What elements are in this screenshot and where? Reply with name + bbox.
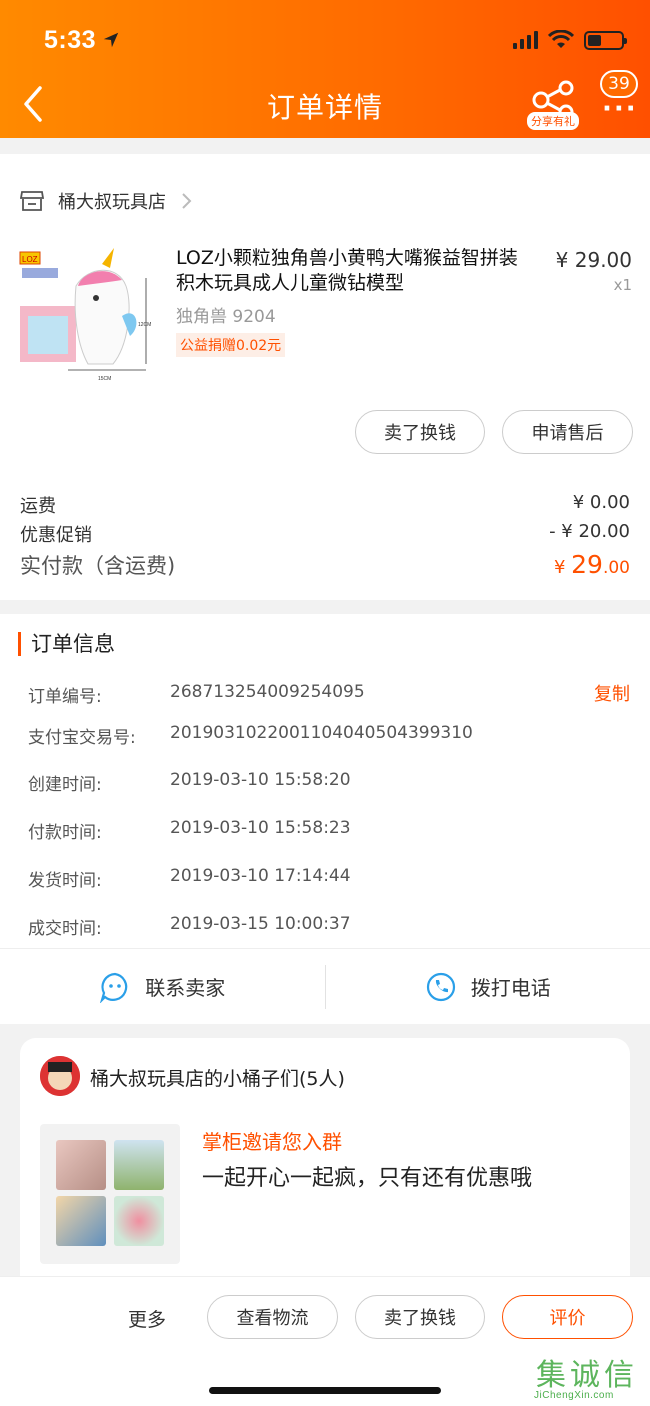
after-sale-button[interactable]: 申请售后 [502, 410, 633, 454]
call-phone-label: 拨打电话 [470, 976, 551, 1000]
info-value: 2019-03-10 17:14:44 [170, 866, 351, 886]
group-invite-title: 掌柜邀请您入群 [202, 1130, 342, 1154]
member-photo [56, 1140, 106, 1190]
group-member-thumbnails [40, 1124, 180, 1264]
paid-amount-row: 实付款（含运费) ¥ 29.00 [20, 550, 630, 580]
product-quantity: x1 [613, 276, 632, 294]
member-photo [56, 1196, 106, 1246]
group-name: 桶大叔玩具店的小桶子们(5人) [90, 1068, 345, 1090]
bottom-sell-for-cash-button[interactable]: 卖了换钱 [355, 1295, 485, 1339]
contact-seller-button[interactable]: 联系卖家 [0, 949, 325, 1024]
more-actions-link[interactable]: 更多 [128, 1305, 166, 1332]
store-icon [20, 191, 44, 211]
contact-row: 联系卖家 拨打电话 [0, 948, 650, 1024]
watermark: 集诚信 JiChengXin.com [530, 1350, 648, 1406]
sell-for-cash-button[interactable]: 卖了换钱 [355, 410, 485, 454]
watermark-logo: 集诚信 [536, 1359, 638, 1392]
promotion-label: 优惠促销 [20, 525, 92, 546]
location-arrow-icon [103, 32, 119, 48]
cellular-signal-icon [513, 31, 538, 49]
promotion-value: - ¥ 20.00 [549, 521, 630, 542]
more-options-icon[interactable]: ··· [602, 96, 638, 122]
info-value: 2019031022001104040504399310 [170, 723, 473, 743]
group-invite-description: 一起开心一起疯，只有还有优惠哦 [202, 1166, 533, 1191]
paid-decimal: .00 [602, 558, 630, 578]
status-time: 5:33 [44, 25, 97, 54]
info-key: 成交时间: [28, 919, 102, 939]
watermark-url: JiChengXin.com [534, 1390, 614, 1401]
product-title[interactable]: LOZ小颗粒独角兽小黄鸭大嘴猴益智拼装积木玩具成人儿童微钻模型 [176, 246, 532, 296]
contact-seller-label: 联系卖家 [145, 976, 226, 1000]
member-photo [114, 1140, 164, 1190]
shop-name: 桶大叔玩具店 [58, 192, 166, 213]
member-photo [114, 1196, 164, 1246]
status-bar: 5:33 [44, 22, 627, 58]
info-key: 订单编号: [28, 687, 102, 707]
height-dimension-label: 12CM [138, 322, 151, 328]
paid-amount: ¥ 29.00 [554, 550, 630, 580]
shipping-label: 运费 [20, 496, 56, 517]
charity-tag: 公益捐赠0.02元 [176, 333, 286, 357]
info-value: 2019-03-15 10:00:37 [170, 914, 351, 934]
info-value: 2019-03-10 15:58:23 [170, 818, 351, 838]
promotion-row: 优惠促销 - ¥ 20.00 [20, 521, 630, 547]
info-key: 发货时间: [28, 871, 102, 891]
product-image[interactable]: LOZ 12CM 15CM [18, 246, 158, 390]
chevron-right-icon [182, 193, 192, 209]
header: 5:33 订单详情 分享有礼 39 ··· [0, 0, 650, 138]
info-key: 支付宝交易号: [28, 728, 136, 748]
paid-label: 实付款（含运费) [20, 554, 176, 578]
copy-order-number-button[interactable]: 复制 [594, 680, 630, 706]
call-phone-button[interactable]: 拨打电话 [326, 949, 650, 1024]
phone-icon [426, 972, 455, 1001]
product-price: ¥ 29.00 [555, 248, 632, 272]
group-invite-card[interactable]: 桶大叔玩具店的小桶子们(5人) 掌柜邀请您入群 一起开心一起疯，只有还有优惠哦 [20, 1038, 630, 1298]
info-value: 2019-03-10 15:58:20 [170, 770, 351, 790]
order-info-title: 订单信息 [18, 632, 115, 656]
brand-logo-text: LOZ [22, 255, 38, 264]
chat-icon [100, 972, 128, 1003]
width-dimension-label: 15CM [98, 376, 111, 382]
info-value: 268713254009254095 [170, 682, 365, 702]
paid-integer: 29 [571, 550, 603, 579]
share-reward-label[interactable]: 分享有礼 [527, 112, 579, 130]
group-avatar [40, 1056, 80, 1096]
home-indicator [209, 1387, 441, 1394]
product-sku: 独角兽 9204 [176, 307, 276, 327]
info-key: 创建时间: [28, 775, 102, 795]
info-key: 付款时间: [28, 823, 102, 843]
review-button[interactable]: 评价 [502, 1295, 633, 1339]
view-logistics-button[interactable]: 查看物流 [207, 1295, 338, 1339]
wifi-icon [548, 30, 574, 48]
battery-icon [584, 30, 627, 50]
paid-currency: ¥ [553, 557, 572, 578]
shipping-fee-row: 运费 ¥ 0.00 [20, 492, 630, 518]
shipping-value: ¥ 0.00 [572, 492, 630, 513]
shop-link[interactable]: 桶大叔玩具店 [20, 188, 194, 214]
